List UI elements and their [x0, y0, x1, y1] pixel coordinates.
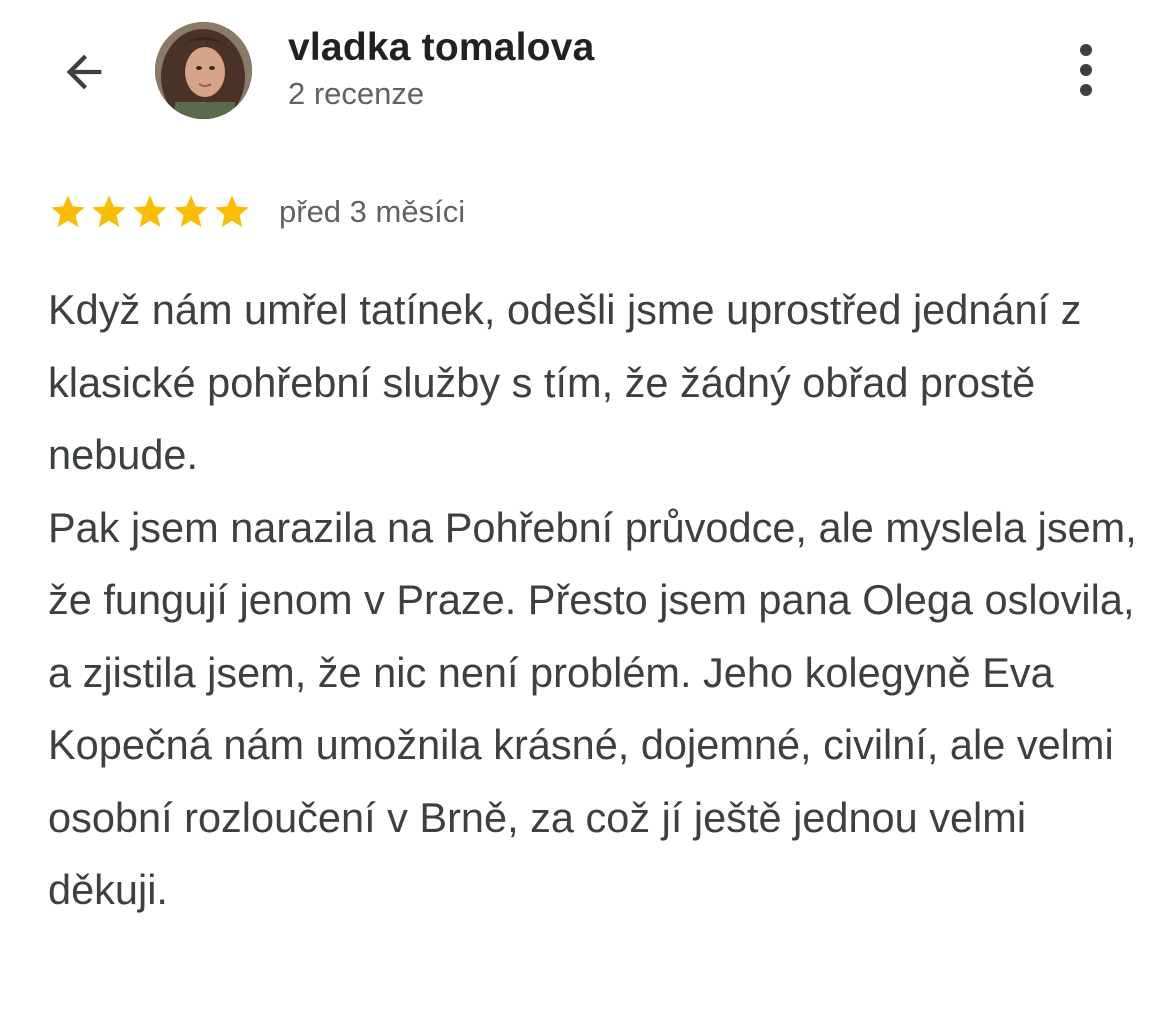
reviewer-name[interactable]: vladka tomalova — [288, 26, 594, 70]
avatar-photo — [155, 22, 252, 119]
star-icon — [51, 195, 85, 227]
more-options-button[interactable] — [1060, 38, 1112, 102]
back-button[interactable] — [50, 38, 118, 106]
review-count: 2 recenze — [288, 76, 425, 111]
star-icon — [133, 195, 167, 227]
more-vert-icon — [1080, 44, 1092, 96]
star-icon — [92, 195, 126, 227]
star-rating — [48, 192, 253, 232]
review-text: Když nám umřel tatínek, odešli jsme upro… — [48, 286, 1137, 913]
star-icon — [174, 195, 208, 227]
star-icon — [215, 195, 249, 227]
rating-row: před 3 měsíci — [48, 190, 465, 234]
review-header: vladka tomalova 2 recenze — [0, 0, 1170, 150]
avatar[interactable] — [155, 22, 252, 119]
review-time: před 3 měsíci — [279, 194, 466, 229]
arrow-back-icon — [66, 54, 102, 90]
